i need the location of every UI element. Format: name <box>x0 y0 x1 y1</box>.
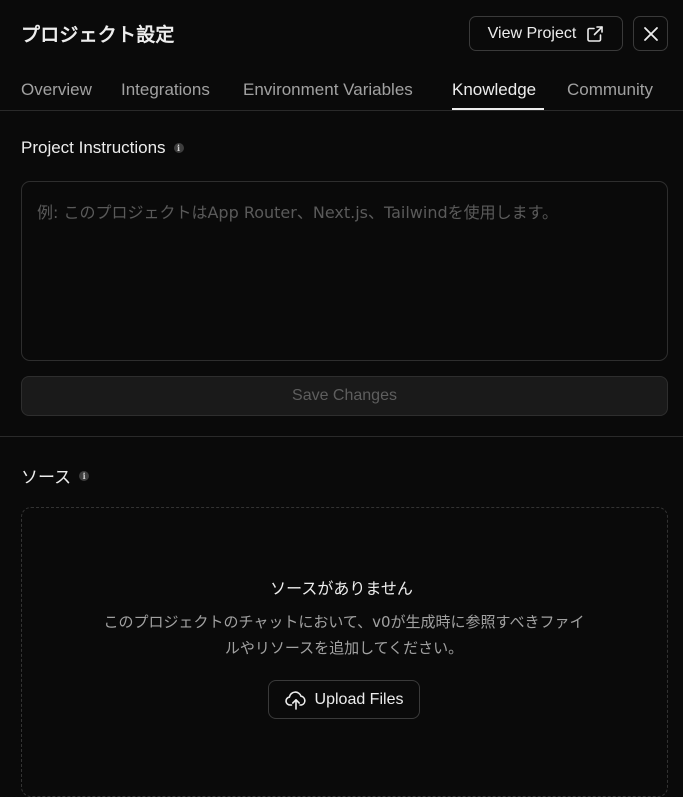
tab-overview[interactable]: Overview <box>21 80 92 100</box>
info-icon[interactable]: i <box>79 470 90 481</box>
view-project-label: View Project <box>487 24 577 42</box>
tab-knowledge[interactable]: Knowledge <box>452 80 536 100</box>
save-changes-button[interactable]: Save Changes <box>21 376 668 416</box>
info-icon[interactable]: i <box>173 143 184 153</box>
sources-heading: ソース i <box>21 463 90 488</box>
tab-environment-variables[interactable]: Environment Variables <box>243 80 413 100</box>
active-tab-indicator <box>452 108 544 110</box>
external-link-icon <box>586 25 604 43</box>
project-instructions-input[interactable] <box>21 181 668 361</box>
project-instructions-label: Project Instructions <box>21 138 166 157</box>
dialog-header: プロジェクト設定 View Project <box>0 0 683 68</box>
cloud-upload-icon <box>284 690 307 710</box>
empty-state-title: ソースがありません <box>270 579 413 598</box>
page-title: プロジェクト設定 <box>21 24 175 46</box>
section-divider <box>0 436 683 437</box>
upload-files-button[interactable]: Upload Files <box>268 680 420 719</box>
sources-label: ソース <box>21 468 72 487</box>
project-instructions-heading: Project Instructions i <box>21 138 184 158</box>
close-icon <box>643 26 659 42</box>
empty-state-description-line: このプロジェクトのチャットにおいて、v0が生成時に参照すべきファイ <box>103 613 585 631</box>
empty-state-description: このプロジェクトのチャットにおいて、v0が生成時に参照すべきファイ ルやリソース… <box>60 609 628 661</box>
upload-files-label: Upload Files <box>314 690 404 708</box>
tab-community[interactable]: Community <box>567 80 653 100</box>
tab-bar: Overview Integrations Environment Variab… <box>0 68 683 111</box>
tab-integrations[interactable]: Integrations <box>121 80 210 100</box>
close-button[interactable] <box>633 16 668 51</box>
view-project-button[interactable]: View Project <box>469 16 623 51</box>
empty-state-description-line: ルやリソースを追加してください。 <box>224 639 464 657</box>
